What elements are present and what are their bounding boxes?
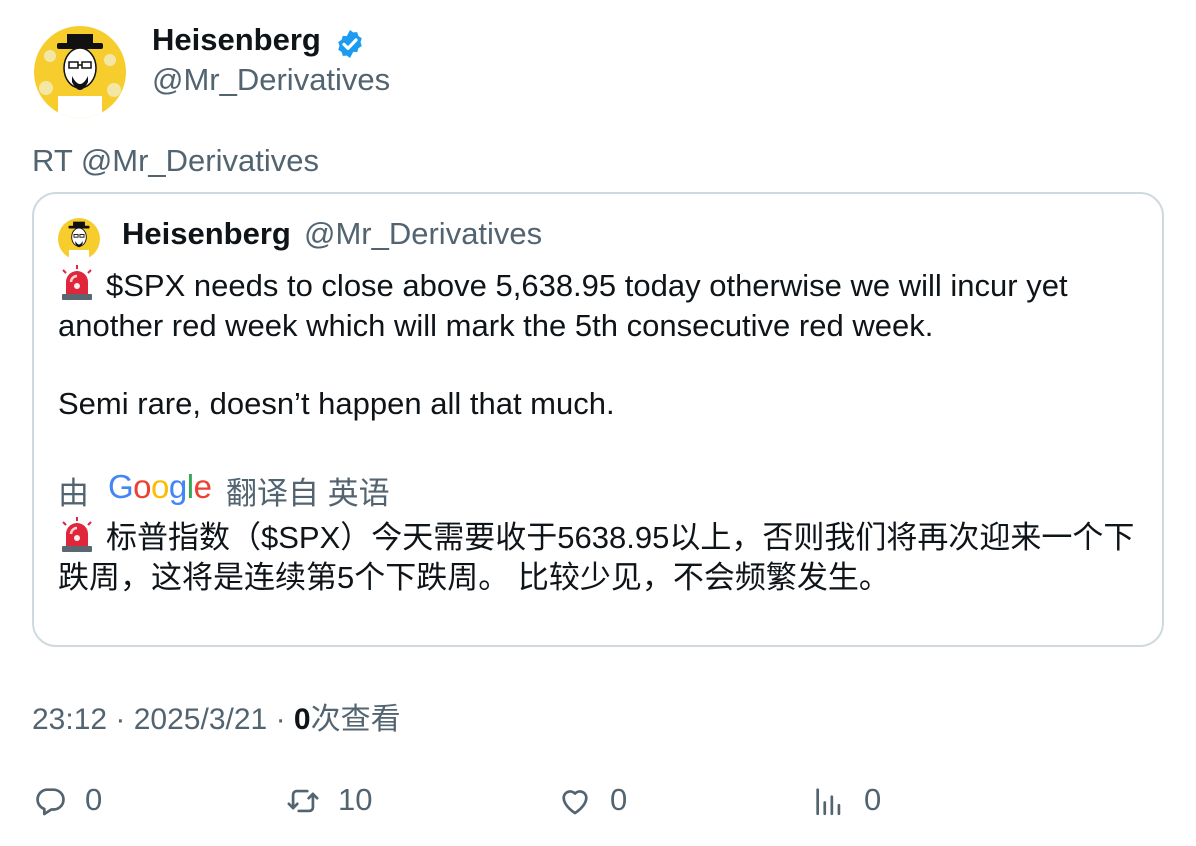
translation-text: 标普指数（$SPX）今天需要收于5638.95以上，否则我们将再次迎来一个下跌周… bbox=[58, 520, 1135, 595]
verified-badge-icon bbox=[334, 28, 366, 60]
quote-text-line2: Semi rare, doesn’t happen all that much. bbox=[58, 386, 615, 421]
quote-author-avatar[interactable] bbox=[58, 218, 100, 260]
tweet-date[interactable]: 2025/3/21 bbox=[134, 703, 267, 736]
views-count: 0 bbox=[293, 703, 311, 736]
quote-translation: 标普指数（$SPX）今天需要收于5638.95以上，否则我们将再次迎来一个下跌周… bbox=[58, 516, 1148, 598]
meta-separator: · bbox=[115, 703, 134, 736]
quote-text-body: $SPX needs to close above 5,638.95 today… bbox=[58, 268, 1068, 343]
siren-icon bbox=[58, 516, 96, 554]
retweet-icon bbox=[287, 789, 319, 813]
bar-chart-icon bbox=[816, 788, 841, 816]
quote-author-handle[interactable]: @Mr_Derivatives bbox=[304, 216, 542, 252]
heisenberg-avatar-icon bbox=[34, 26, 126, 118]
views-action-count: 0 bbox=[864, 782, 882, 817]
quote-text-line1: $SPX needs to close above 5,638.95 today… bbox=[58, 264, 1148, 346]
translate-by-label: 由 bbox=[58, 476, 89, 511]
tweet-time[interactable]: 23:12 bbox=[32, 703, 107, 736]
retweet-count: 10 bbox=[338, 782, 373, 817]
views-label: 次查看 bbox=[310, 703, 401, 736]
retweet-line: RT @Mr_Derivatives bbox=[32, 143, 319, 178]
heisenberg-avatar-icon bbox=[58, 218, 100, 260]
like-count: 0 bbox=[610, 782, 628, 817]
author-name[interactable]: Heisenberg bbox=[152, 22, 321, 58]
quoted-tweet-card[interactable]: Heisenberg @Mr_Derivatives $SPX needs to… bbox=[32, 192, 1164, 647]
meta-separator: · bbox=[275, 703, 294, 736]
reply-icon bbox=[36, 788, 65, 816]
heart-icon bbox=[562, 790, 588, 815]
author-avatar[interactable] bbox=[34, 26, 126, 118]
quote-author-name[interactable]: Heisenberg bbox=[122, 216, 291, 252]
reply-count: 0 bbox=[85, 782, 103, 817]
tweet-meta: 23:12 · 2025/3/21 · 0次查看 bbox=[32, 694, 401, 738]
google-logo: Google bbox=[108, 468, 212, 505]
siren-icon bbox=[58, 264, 96, 302]
author-handle[interactable]: @Mr_Derivatives bbox=[152, 62, 390, 98]
translate-from-label: 翻译自 英语 bbox=[226, 476, 390, 511]
